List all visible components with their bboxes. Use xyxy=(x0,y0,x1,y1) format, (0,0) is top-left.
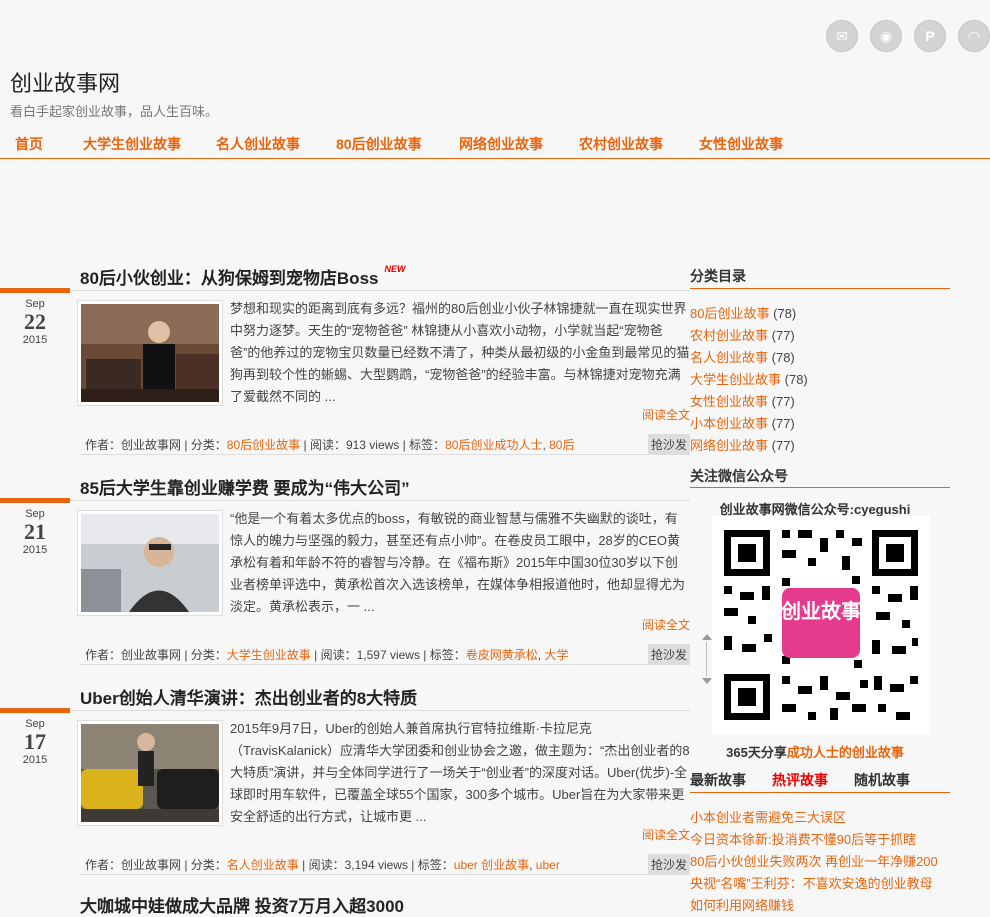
thumbnail-image xyxy=(81,724,219,822)
latest-story-link[interactable]: 小本创业者需避免三大误区 xyxy=(690,807,846,826)
nav-item-rural[interactable]: 农村创业故事 xyxy=(579,134,663,154)
post-meta: 作者：创业故事网 | 分类：名人创业故事 | 阅读：3,194 views | … xyxy=(85,858,560,872)
social-links: ✉ ◉ P ◠ xyxy=(826,20,990,52)
post-excerpt: 梦想和现实的距离到底有多远？福州的80后创业小伙子林锦捷就一直在现实世界中努力逐… xyxy=(230,301,690,404)
email-icon[interactable]: ✉ xyxy=(826,20,858,52)
post-date: Sep 21 2015 xyxy=(22,508,48,556)
post-bottom-divider xyxy=(80,664,690,665)
post-tag-link[interactable]: 80后 xyxy=(549,438,574,452)
category-item: 小本创业故事 (77) xyxy=(690,416,795,431)
thumbnail-image xyxy=(81,514,219,612)
carousel-up-icon[interactable] xyxy=(702,634,712,640)
read-more-link[interactable]: 阅读全文 xyxy=(642,616,690,633)
wechat-widget-title: 关注微信公众号 xyxy=(690,468,788,484)
nav-item-home[interactable]: 首页 xyxy=(15,134,43,154)
category-item: 80后创业故事 (78) xyxy=(690,306,797,321)
post-divider xyxy=(70,710,690,711)
post-title[interactable]: 80后小伙创业：从狗保姆到宠物店Boss NEW xyxy=(80,264,405,289)
post-bottom-divider xyxy=(80,874,690,875)
latest-story-link[interactable]: 今日资本徐新:投消费不懂90后等于抓瞎 xyxy=(690,829,916,848)
tab-hot[interactable]: 热评故事 xyxy=(772,770,828,790)
latest-story-link[interactable]: 80后小伙创业失败两次 再创业一年净赚200 xyxy=(690,851,938,870)
read-more-link[interactable]: 阅读全文 xyxy=(642,406,690,423)
post-tag-link[interactable]: uber xyxy=(536,858,560,872)
post-thumbnail[interactable] xyxy=(77,720,223,826)
post-title[interactable]: 85后大学生靠创业赚学费 要成为“伟大公司” xyxy=(80,474,410,499)
post-thumbnail[interactable] xyxy=(77,300,223,406)
post-bottom-divider xyxy=(80,454,690,455)
post-tag-link[interactable]: 卷皮网黄承松 xyxy=(466,648,538,662)
post-category-link[interactable]: 名人创业故事 xyxy=(227,858,299,872)
carousel-track xyxy=(706,642,707,676)
post-category-link[interactable]: 大学生创业故事 xyxy=(227,648,311,662)
post-accent-bar xyxy=(0,288,70,293)
post-tag-link[interactable]: uber 创业故事 xyxy=(454,858,529,872)
weibo-icon[interactable]: ◉ xyxy=(870,20,902,52)
carousel-down-icon[interactable] xyxy=(702,678,712,684)
qr-code-image: 创业故事 xyxy=(712,516,930,734)
post-card: 80后小伙创业：从狗保姆到宠物店Boss NEW Sep 22 2015 梦想和现… xyxy=(0,264,690,474)
post-excerpt: “他是一个有着太多优点的boss，有敏锐的商业智慧与儒雅不失幽默的谈吐，有惊人的… xyxy=(230,511,686,614)
category-item: 女性创业故事 (77) xyxy=(690,394,795,409)
rss-icon[interactable]: ◠ xyxy=(958,20,990,52)
read-more-link[interactable]: 阅读全文 xyxy=(642,826,690,843)
post-date: Sep 22 2015 xyxy=(22,298,48,346)
post-tag-link[interactable]: 80后创业成功人士 xyxy=(445,438,542,452)
nav-item-post80s[interactable]: 80后创业故事 xyxy=(336,134,422,154)
post-meta: 作者：创业故事网 | 分类：80后创业故事 | 阅读：913 views | 标… xyxy=(85,438,575,452)
comment-button[interactable]: 抢沙发 xyxy=(647,854,690,875)
post-tag-link[interactable]: 大学 xyxy=(544,648,568,662)
post-excerpt: 2015年9月7日，Uber的创始人兼首席执行官特拉维斯·卡拉尼克（Travis… xyxy=(230,721,690,824)
nav-item-college[interactable]: 大学生创业故事 xyxy=(83,134,181,154)
category-widget-title: 分类目录 xyxy=(690,268,746,284)
post-category-link[interactable]: 80后创业故事 xyxy=(227,438,300,452)
post-divider xyxy=(70,500,690,501)
widget-divider xyxy=(690,487,950,488)
widget-divider xyxy=(690,792,950,793)
latest-story-link[interactable]: 央视“名嘴”王利芬：不喜欢安逸的创业教母 xyxy=(690,873,933,892)
post-accent-bar xyxy=(0,498,70,503)
category-item: 网络创业故事 (77) xyxy=(690,438,795,453)
share-caption: 365天分享成功人士的创业故事 xyxy=(726,745,904,760)
site-description: 看白手起家创业故事，品人生百味。 xyxy=(10,104,219,119)
main-nav: 首页 大学生创业故事 名人创业故事 80后创业故事 网络创业故事 农村创业故事 … xyxy=(0,122,990,159)
thumbnail-image xyxy=(81,304,219,402)
tab-random[interactable]: 随机故事 xyxy=(854,770,910,790)
pinterest-icon[interactable]: P xyxy=(914,20,946,52)
site-title[interactable]: 创业故事网 xyxy=(10,66,120,98)
post-thumbnail[interactable] xyxy=(77,510,223,616)
comment-button[interactable]: 抢沙发 xyxy=(647,644,690,665)
widget-divider xyxy=(690,288,950,289)
post-card: Uber创始人清华演讲：杰出创业者的8大特质 Sep 17 2015 2015年… xyxy=(0,684,690,894)
post-card: 85后大学生靠创业赚学费 要成为“伟大公司” Sep 21 2015 “他是一个… xyxy=(0,474,690,684)
category-item: 农村创业故事 (77) xyxy=(690,328,795,343)
latest-story-link[interactable]: 如何利用网络赚钱 xyxy=(690,895,794,914)
wechat-qr-code: 创业故事 xyxy=(712,516,930,734)
post-meta: 作者：创业故事网 | 分类：大学生创业故事 | 阅读：1,597 views |… xyxy=(85,648,569,662)
post-divider xyxy=(70,290,690,291)
qr-center-label: 创业故事 xyxy=(780,599,861,623)
category-item: 名人创业故事 (78) xyxy=(690,350,795,365)
nav-item-internet[interactable]: 网络创业故事 xyxy=(459,134,543,154)
post-title[interactable]: Uber创始人清华演讲：杰出创业者的8大特质 xyxy=(80,684,417,709)
post-date: Sep 17 2015 xyxy=(22,718,48,766)
post-accent-bar xyxy=(0,708,70,713)
comment-button[interactable]: 抢沙发 xyxy=(647,434,690,455)
post-title[interactable]: 大咖城中娃做成大品牌 投资7万月入超3000 xyxy=(80,892,404,917)
tab-latest[interactable]: 最新故事 xyxy=(690,770,746,790)
new-badge: NEW xyxy=(384,264,406,274)
nav-item-celebrity[interactable]: 名人创业故事 xyxy=(216,134,300,154)
nav-item-women[interactable]: 女性创业故事 xyxy=(699,134,783,154)
category-item: 大学生创业故事 (78) xyxy=(690,372,808,387)
